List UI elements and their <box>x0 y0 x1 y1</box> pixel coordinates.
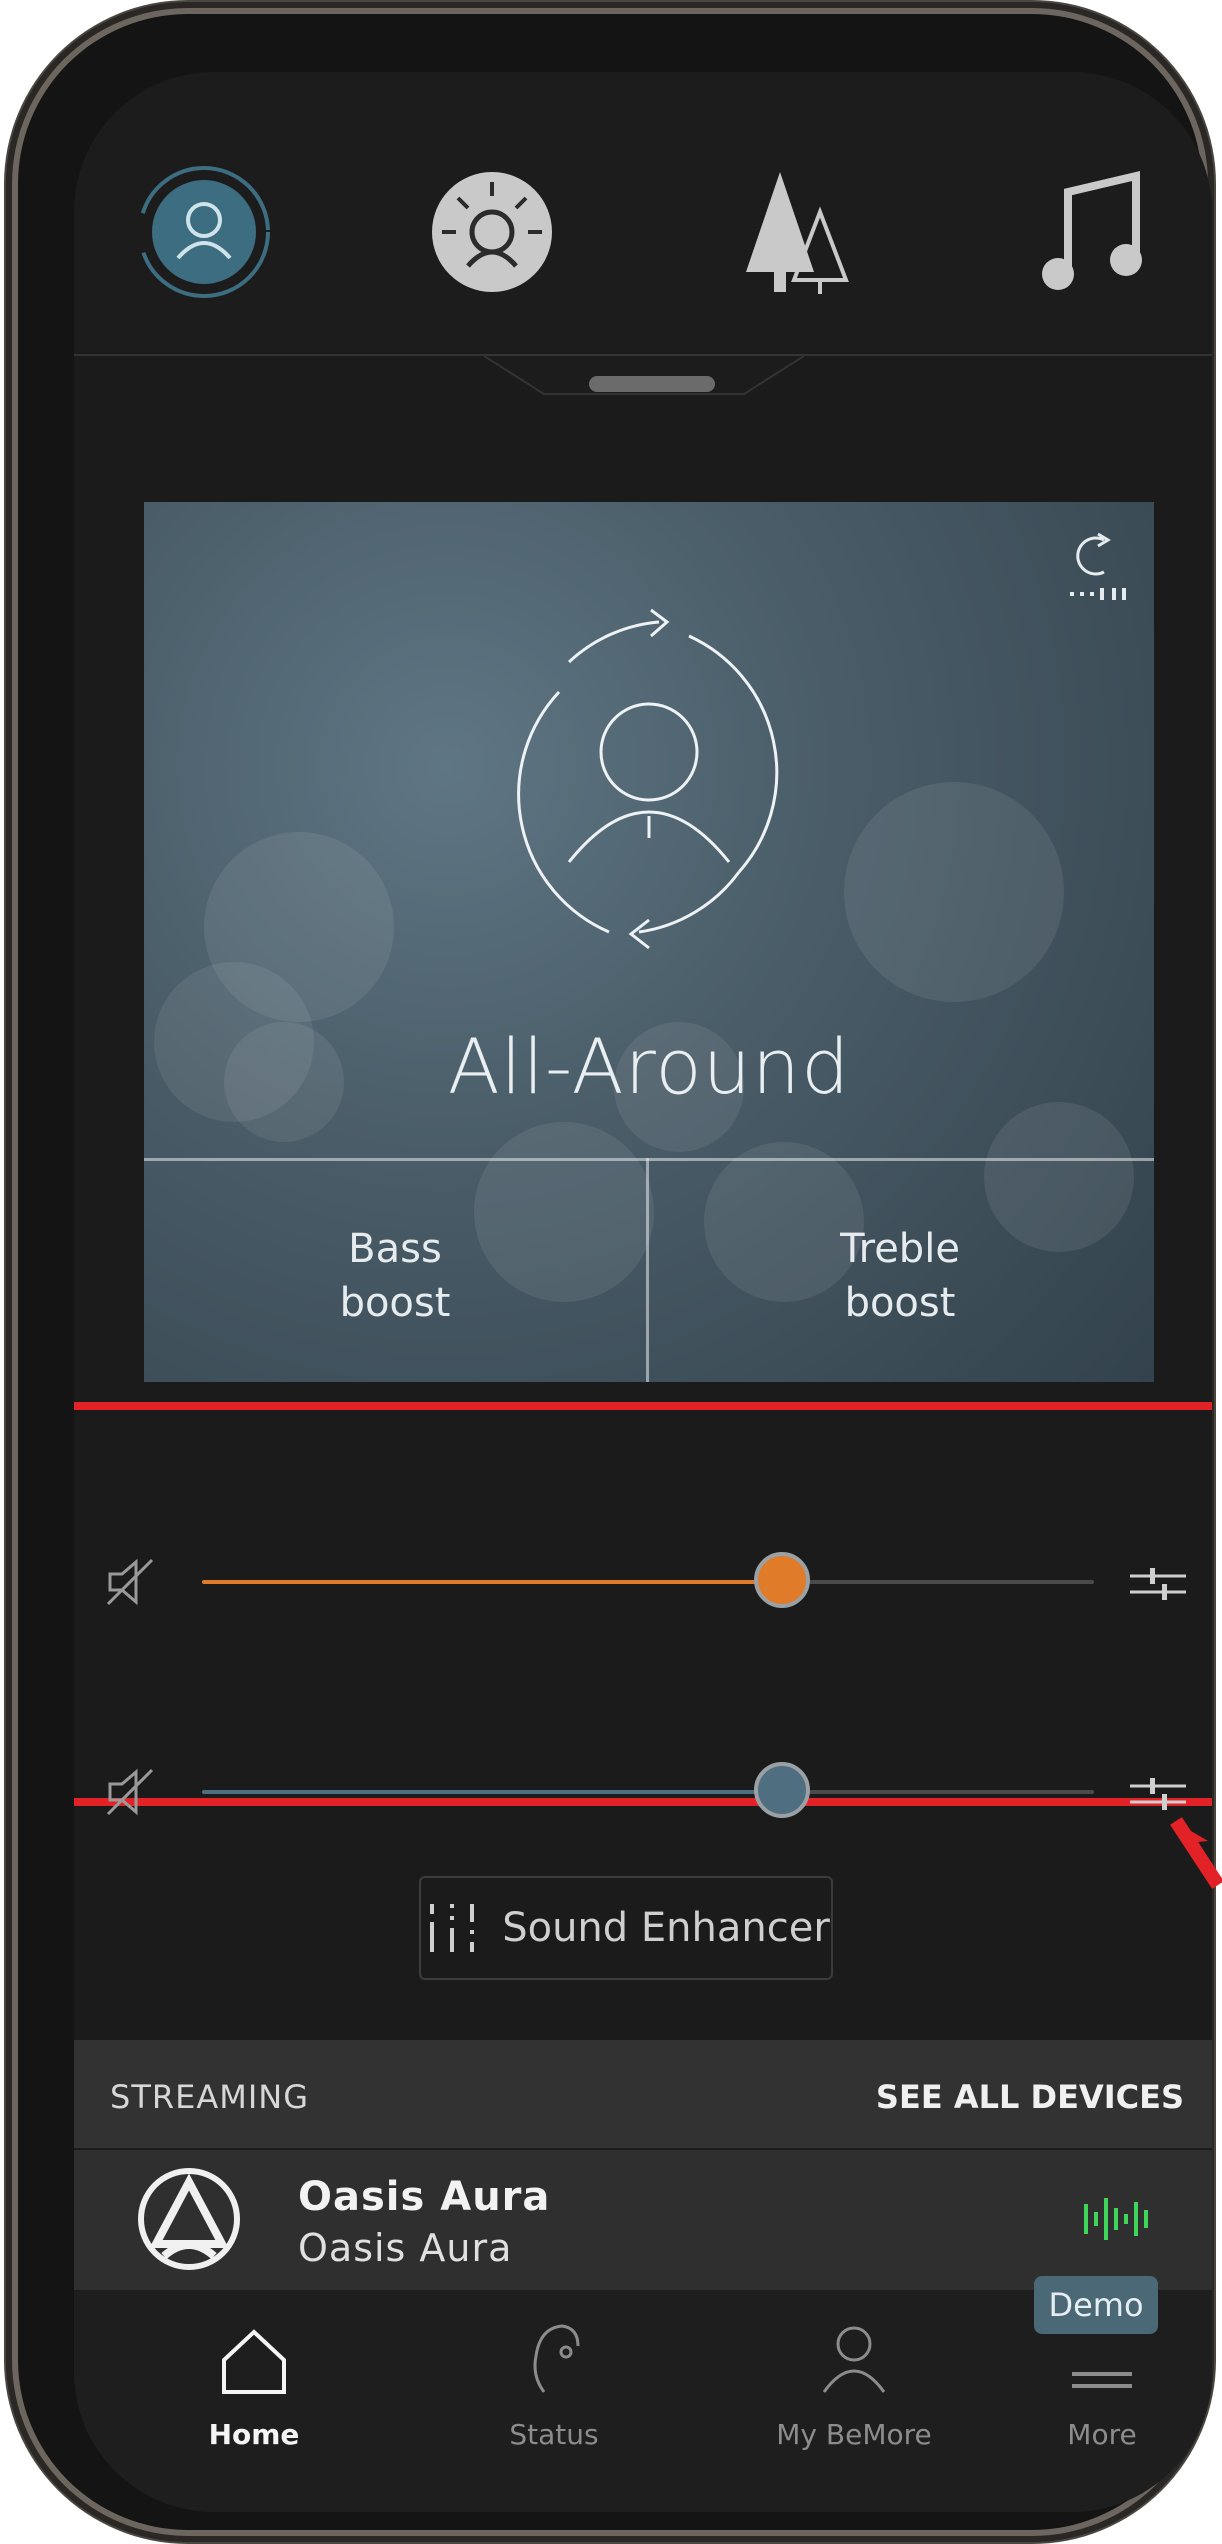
hearing-aid-icon <box>533 2324 580 2393</box>
social-mode-icon[interactable] <box>422 162 562 302</box>
sound-enhancer-label: Sound Enhancer <box>502 1905 830 1951</box>
slider-fill-2 <box>202 1790 782 1794</box>
slider-thumb-2[interactable] <box>753 1762 810 1818</box>
phone-frame: All-Around Bass boost Treble boost Sound… <box>18 14 1212 2530</box>
sound-enhancer-button[interactable]: Sound Enhancer <box>419 1876 833 1980</box>
bokeh <box>844 782 1064 1002</box>
slider-thumb-1[interactable] <box>753 1552 810 1608</box>
sound-enhancer-icon <box>430 1904 475 1952</box>
treble-boost-button[interactable]: Treble boost <box>649 1222 1151 1330</box>
card-divider <box>144 1158 1154 1161</box>
slider-row-1 <box>74 1542 1212 1622</box>
mute-icon[interactable] <box>102 1762 162 1826</box>
side-button-volume-up <box>6 650 18 840</box>
device-name: Oasis Aura <box>298 2174 551 2220</box>
slider-track-2[interactable] <box>202 1762 1094 1818</box>
nav-status-label: Status <box>509 2418 599 2451</box>
nav-my-bemore-label: My BeMore <box>776 2418 932 2451</box>
program-name: All-Around <box>447 1022 851 1111</box>
bokeh <box>204 832 394 1022</box>
mode-bar <box>74 72 1212 354</box>
nav-my-bemore[interactable]: My BeMore <box>764 2290 944 2451</box>
repeat-program-icon[interactable] <box>1064 526 1134 610</box>
program-person-icon <box>517 608 779 950</box>
see-all-devices-link[interactable]: SEE ALL DEVICES <box>876 2078 1184 2116</box>
slider-track-1[interactable] <box>202 1552 1094 1608</box>
side-button-volume-down <box>6 870 18 1060</box>
nav-more-label: More <box>1067 2418 1137 2451</box>
side-button-silent <box>6 470 18 590</box>
slider-row-2 <box>74 1752 1212 1832</box>
equalizer-icon[interactable] <box>1128 1774 1188 1818</box>
music-mode-icon[interactable] <box>1024 162 1164 302</box>
mute-icon[interactable] <box>102 1552 162 1616</box>
streaming-header: STREAMING SEE ALL DEVICES <box>74 2040 1212 2148</box>
person-icon <box>822 2326 886 2393</box>
device-subtitle: Oasis Aura <box>298 2226 513 2270</box>
outdoor-mode-icon[interactable] <box>724 162 864 302</box>
nav-home[interactable]: Home <box>164 2290 344 2451</box>
streaming-device-row[interactable]: Oasis Aura Oasis Aura <box>74 2150 1212 2290</box>
nav-status[interactable]: Status <box>464 2290 644 2451</box>
home-icon <box>222 2329 286 2394</box>
drawer-handle-bar <box>589 376 715 392</box>
equalizer-icon[interactable] <box>1128 1564 1188 1608</box>
program-card: All-Around Bass boost Treble boost <box>144 502 1154 1382</box>
slider-fill-1 <box>202 1580 782 1584</box>
streaming-activity-icon <box>1082 2194 1152 2248</box>
device-logo-icon <box>138 2168 240 2270</box>
nav-home-label: Home <box>208 2418 300 2451</box>
drawer-handle[interactable] <box>484 354 804 424</box>
demo-badge: Demo <box>1034 2276 1158 2334</box>
annotation-arrow <box>1168 1815 1222 1899</box>
app-screen: All-Around Bass boost Treble boost Sound… <box>74 72 1212 2512</box>
streaming-title: STREAMING <box>110 2078 309 2116</box>
all-around-mode-icon[interactable] <box>134 162 274 302</box>
bass-boost-button[interactable]: Bass boost <box>144 1222 646 1330</box>
